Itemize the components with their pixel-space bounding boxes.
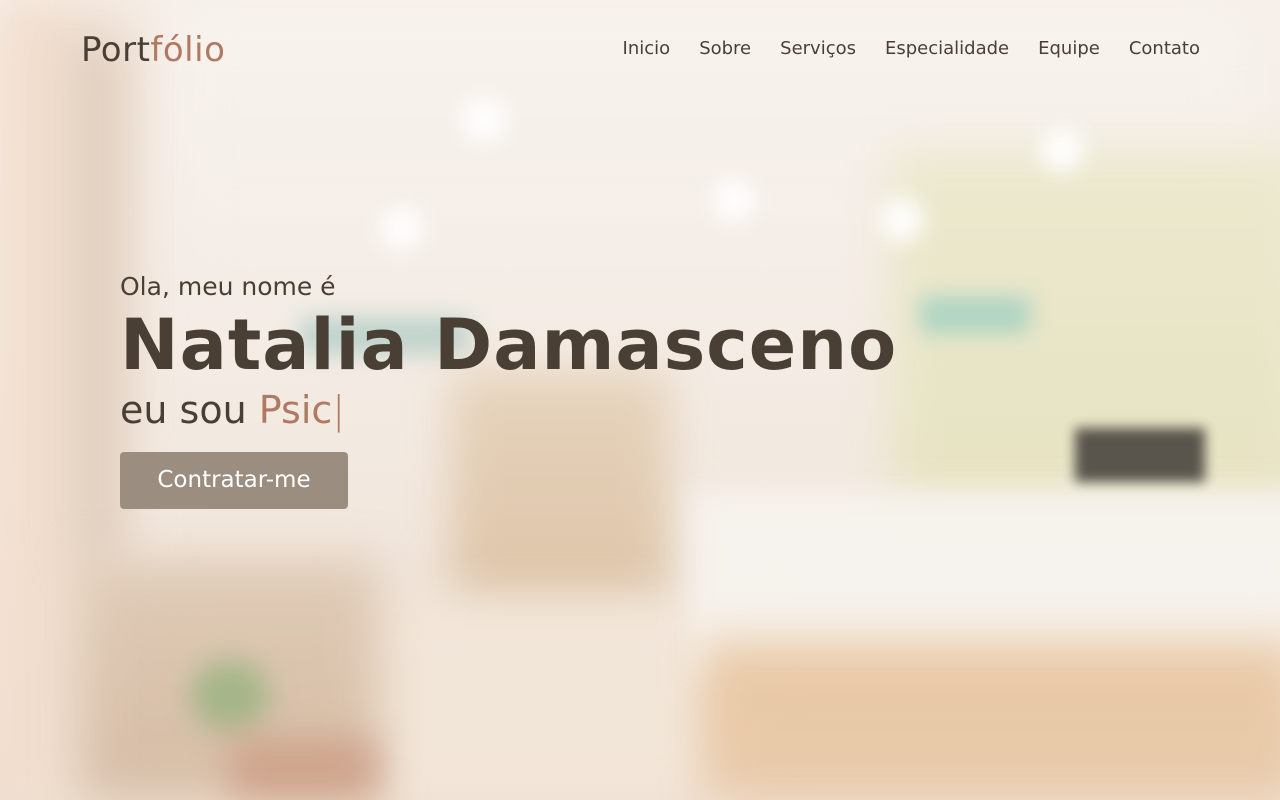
hero-role-typed: Psic: [258, 388, 333, 432]
nav-link-servicos[interactable]: Serviços: [780, 38, 856, 59]
nav-link-contato[interactable]: Contato: [1129, 38, 1200, 59]
site-header: Portfólio Inicio Sobre Serviços Especial…: [0, 0, 1280, 100]
hero-name: Natalia Damasceno: [120, 304, 898, 386]
hero-role-line: eu sou Psic|: [120, 388, 880, 432]
nav-link-especialidade[interactable]: Especialidade: [885, 38, 1009, 59]
hero-section: Ola, meu nome é Natalia Damasceno eu sou…: [120, 272, 898, 509]
logo-main-text: Port: [81, 30, 151, 70]
hero-greeting: Ola, meu nome é: [120, 272, 336, 301]
hire-me-button[interactable]: Contratar-me: [120, 452, 348, 509]
typing-cursor: |: [332, 388, 346, 432]
nav-link-inicio[interactable]: Inicio: [623, 38, 671, 59]
main-nav: Inicio Sobre Serviços Especialidade Equi…: [594, 38, 1200, 59]
hero-role-prefix: eu sou: [120, 388, 247, 432]
site-logo[interactable]: Portfólio: [81, 30, 225, 70]
nav-link-equipe[interactable]: Equipe: [1038, 38, 1100, 59]
logo-accent-text: fólio: [150, 30, 226, 70]
nav-link-sobre[interactable]: Sobre: [699, 38, 751, 59]
